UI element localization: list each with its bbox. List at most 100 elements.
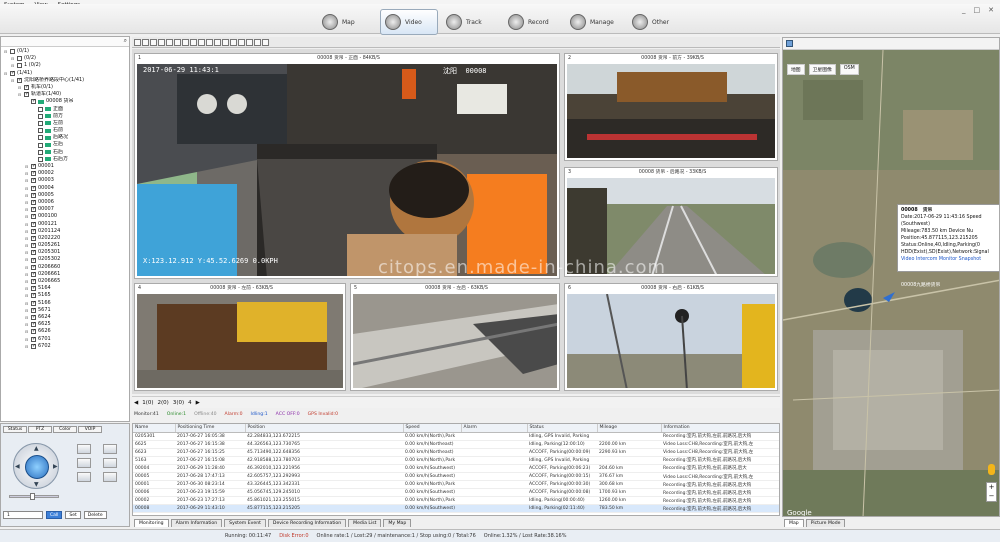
tree-checkbox[interactable] — [31, 271, 36, 278]
table-row[interactable]: 6623 2017-06-27 16:15:25 45.713490,122.648… — [133, 448, 779, 457]
tree-checkbox[interactable] — [31, 257, 36, 264]
expand-toggle-icon[interactable]: ⊟ — [24, 192, 29, 199]
expand-toggle-icon[interactable]: ⊟ — [24, 213, 29, 220]
tree-checkbox[interactable] — [31, 328, 36, 336]
tree-checkbox[interactable] — [31, 285, 36, 292]
ptz-tab-status[interactable]: Status — [3, 426, 27, 433]
table-row[interactable]: 0205301 2017-06-27 16:05:38 42.284833,123.… — [133, 432, 779, 441]
arrow-left-icon[interactable]: ◀ — [15, 463, 20, 470]
play-icon[interactable] — [246, 38, 253, 46]
map-layer-icon[interactable] — [786, 40, 793, 47]
tree-row[interactable]: ⊟ 00001 — [1, 163, 129, 170]
tree-row[interactable]: ⊟ 0205302 — [1, 256, 129, 263]
expand-toggle-icon[interactable]: ⊟ — [3, 70, 8, 77]
nav-tab-manage[interactable]: Manage — [566, 9, 624, 35]
expand-toggle-icon[interactable]: ⊟ — [24, 185, 29, 192]
ptz-tab-voip[interactable]: VOIP — [78, 426, 102, 433]
street-view-pegman-icon[interactable] — [988, 464, 995, 475]
map-type-option[interactable]: 卫星图像 — [808, 64, 836, 75]
expand-toggle-icon[interactable]: ⊟ — [24, 199, 29, 206]
expand-toggle-icon[interactable]: ⊟ — [24, 300, 29, 307]
arrow-down-icon[interactable]: ▼ — [34, 481, 39, 488]
expand-toggle-icon[interactable]: ⊟ — [3, 48, 8, 55]
ptz-speed-slider[interactable] — [9, 493, 59, 500]
tree-row[interactable]: ⊟ 0202220 — [1, 235, 129, 242]
tree-checkbox[interactable] — [31, 185, 36, 192]
minimize-icon[interactable]: _ — [962, 6, 966, 14]
tree-checkbox[interactable] — [38, 135, 43, 141]
tree-checkbox[interactable] — [31, 292, 36, 300]
tree-row[interactable]: ⊟ 0206661 — [1, 271, 129, 278]
gps-column-header[interactable]: Alarm — [461, 424, 528, 433]
tree-checkbox[interactable] — [31, 192, 36, 199]
tree-row[interactable]: ⊟ 5671 — [1, 307, 129, 314]
tree-checkbox[interactable] — [31, 321, 36, 328]
map-type-option[interactable]: OSM — [839, 64, 859, 75]
nav-tab-track[interactable]: Track — [442, 9, 500, 35]
tree-checkbox[interactable] — [31, 213, 36, 221]
intercom-icon[interactable] — [230, 38, 237, 46]
video-cell-6[interactable]: 6 00008 货吊 - 右后 - 61KB/S — [564, 283, 778, 391]
tree-row[interactable]: ⊟ 机车(0/1) — [1, 84, 129, 91]
tree-checkbox[interactable] — [17, 56, 22, 62]
ptz-joystick[interactable]: ▲ ▼ ◀ ▶ — [13, 443, 59, 489]
settings-icon[interactable] — [254, 38, 261, 46]
iris-close-button[interactable] — [103, 472, 117, 482]
expand-toggle-icon[interactable]: ⊟ — [17, 91, 22, 98]
ptz-center-button[interactable] — [25, 455, 49, 479]
video-cell-2[interactable]: 2 00008 货吊 - 前方 - 39KB/S — [564, 53, 778, 161]
layout-1-icon[interactable] — [134, 38, 141, 46]
tree-row[interactable]: 左前 — [1, 120, 129, 127]
tree-row[interactable]: ⊟ (0/1) — [1, 48, 129, 55]
nav-tab-video[interactable]: Video — [380, 9, 438, 35]
tree-row[interactable]: ⊟ 00003 — [1, 177, 129, 184]
tree-row[interactable]: ⊟ 6702 — [1, 343, 129, 350]
video-cell-1[interactable]: 1 00008 货吊 - 正面 - 84KB/S 2017-06-29 11:4… — [134, 53, 560, 279]
nav-tab-other[interactable]: Other — [628, 9, 686, 35]
preset-call-button[interactable]: Call — [46, 511, 63, 519]
tree-checkbox[interactable] — [31, 235, 36, 242]
zoom-in-button[interactable] — [77, 444, 91, 454]
bottom-tab[interactable]: My Map — [383, 519, 412, 527]
expand-toggle-icon[interactable]: ⊟ — [24, 321, 29, 328]
tree-row[interactable]: ⊟ 沈阳路桥养路段中心(1/41) — [1, 77, 129, 84]
preset-select[interactable]: 1 — [3, 511, 43, 519]
volume-icon[interactable] — [222, 38, 229, 46]
tree-row[interactable]: 右后方 — [1, 156, 129, 163]
expand-toggle-icon[interactable]: ⊟ — [24, 307, 29, 314]
iris-open-button[interactable] — [77, 472, 91, 482]
tree-checkbox[interactable] — [31, 300, 36, 307]
pager-item[interactable]: 2(0) — [158, 400, 169, 406]
zoom-out-icon[interactable]: − — [987, 492, 996, 501]
expand-toggle-icon[interactable]: ⊟ — [24, 235, 29, 242]
zoom-out-button[interactable] — [103, 444, 117, 454]
table-row[interactable]: 00001 2017-06-30 08:23:14 43.326445,123.34… — [133, 480, 779, 490]
tree-row[interactable]: ⊟ 00004 — [1, 185, 129, 192]
tree-row[interactable]: ⊟ 000100 — [1, 213, 129, 220]
tree-checkbox[interactable] — [31, 221, 36, 228]
tree-row[interactable]: ⊟ 5164 — [1, 285, 129, 292]
tree-checkbox[interactable] — [31, 307, 36, 314]
bottom-tab[interactable]: Media List — [348, 519, 382, 527]
layout-36-icon[interactable] — [190, 38, 197, 46]
focus-far-button[interactable] — [103, 458, 117, 468]
tree-row[interactable]: 右前 — [1, 127, 129, 134]
tree-search-input[interactable]: ⌕ — [1, 37, 129, 47]
tree-checkbox[interactable] — [31, 199, 36, 206]
info-action-links[interactable]: Video Intercom Monitor Snapshot — [901, 256, 997, 263]
table-row[interactable]: 6625 2017-06-27 16:15:38 44.326563,123.730… — [133, 440, 779, 449]
expand-toggle-icon[interactable]: ⊟ — [24, 228, 29, 235]
ptz-tab-ptz[interactable]: PTZ — [28, 426, 52, 433]
tree-checkbox[interactable] — [17, 63, 22, 69]
gps-column-header[interactable]: Name — [133, 424, 176, 433]
preset-set-button[interactable]: Set — [65, 511, 81, 519]
tree-checkbox[interactable] — [31, 278, 36, 285]
expand-toggle-icon[interactable]: ⊟ — [24, 242, 29, 249]
pager-item[interactable]: 1(0) — [142, 400, 153, 406]
expand-toggle-icon[interactable]: ⊟ — [24, 271, 29, 278]
tree-row[interactable]: 00008 货吊 — [1, 98, 129, 106]
tree-checkbox[interactable] — [38, 142, 43, 148]
tree-checkbox[interactable] — [38, 106, 43, 112]
tree-checkbox[interactable] — [31, 242, 36, 249]
tree-row[interactable]: 右后 — [1, 149, 129, 156]
